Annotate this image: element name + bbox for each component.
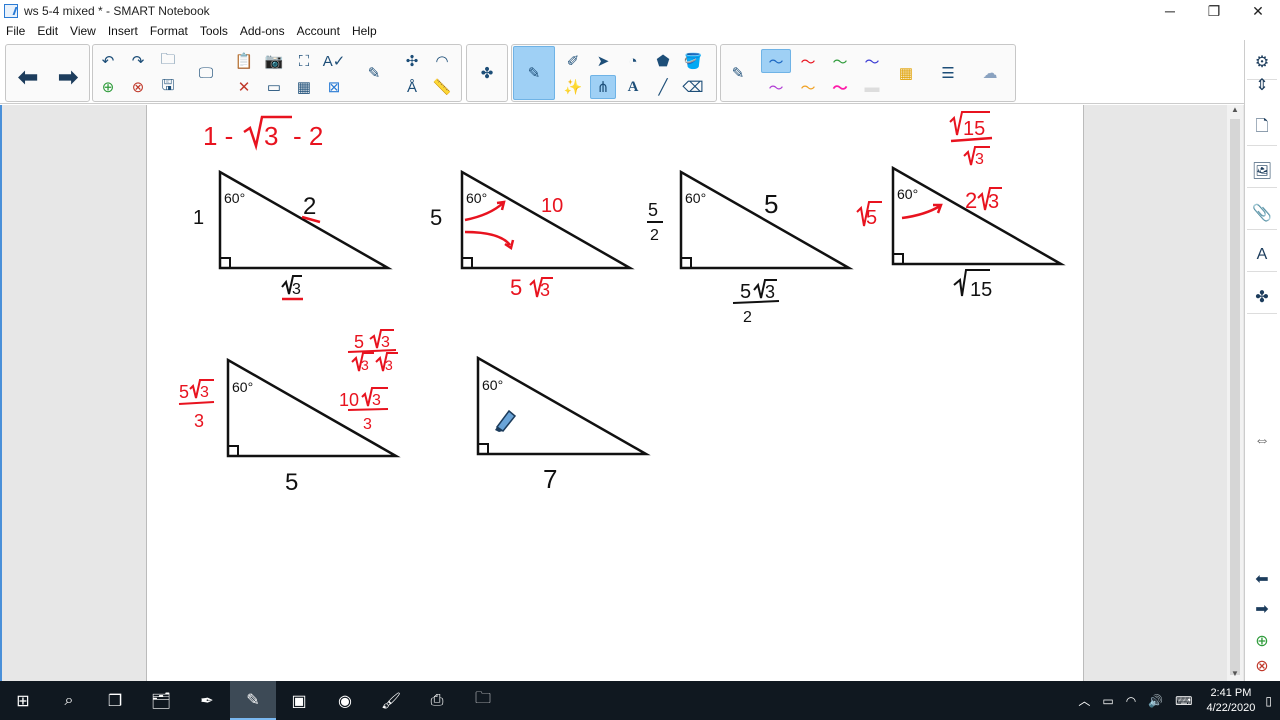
smart-notebook-icon: ✎ — [246, 691, 260, 709]
left-den-label: 2 — [650, 227, 659, 244]
taskbar-app-1[interactable]: 🗂 — [138, 681, 184, 720]
hyp-rad-label: 3 — [372, 392, 381, 409]
fraction-bar — [950, 136, 993, 143]
fraction-bar — [347, 408, 389, 411]
media-icon: ▣ — [291, 692, 307, 710]
wifi-icon[interactable]: ◠ — [1126, 694, 1136, 708]
clock-time: 2:41 PM — [1210, 686, 1252, 699]
triangle-2: 60° 5 10 5 3 — [430, 169, 635, 300]
paint-icon: 🖌 — [380, 692, 402, 710]
pdf-icon: ⎙ — [430, 691, 444, 709]
left-den-label: 3 — [194, 411, 204, 431]
taskbar-chrome[interactable]: ◉ — [322, 681, 368, 720]
work-den-b-label: 3 — [385, 357, 393, 373]
hyp-coef-label: 2 — [965, 188, 977, 213]
triangle-3: 60° 5 2 5 5 3 2 — [647, 169, 854, 326]
taskbar-app-4[interactable]: ▣ — [276, 681, 322, 720]
hypotenuse-label: 10 — [541, 195, 563, 217]
red-arrow — [901, 203, 943, 220]
left-rad-label: 5 — [866, 207, 877, 229]
work-rad-label: 3 — [381, 334, 390, 351]
battery-icon[interactable]: ▭ — [1102, 694, 1113, 708]
smart-ink-icon: ✒ — [200, 692, 214, 710]
folder-icon: 🗀 — [474, 690, 491, 707]
taskbar-acrobat[interactable]: ⎙ — [414, 681, 460, 720]
angle-label: 60° — [232, 379, 253, 395]
windows-taskbar: ⊞ ⌕ ❐ 🗂 ✒ ✎ ▣ ◉ 🖌 ⎙ 🗀 ︿ ▭ ◠ 🔊 ⌨ 2:41 PM … — [0, 681, 1280, 720]
chrome-icon: ◉ — [338, 692, 352, 710]
right-angle-mark — [461, 257, 473, 269]
pen-cursor-icon — [495, 409, 517, 433]
angle-label: 60° — [466, 190, 487, 206]
search-icon: ⌕ — [64, 691, 74, 709]
left-side-label: 5 — [430, 205, 442, 230]
hyp-num-label: 10 — [339, 390, 359, 410]
base-den-label: 2 — [743, 309, 752, 326]
taskbar-app-2[interactable]: ✒ — [184, 681, 230, 720]
hyp-rad-label: 3 — [988, 191, 999, 213]
fraction-bar — [178, 401, 215, 405]
header-part-a: 1 - — [203, 121, 233, 151]
left-num-label: 5 — [648, 200, 658, 220]
notifications-icon[interactable]: ▯ — [1265, 694, 1272, 708]
base-label: 3 — [292, 281, 301, 298]
angle-label: 60° — [685, 190, 706, 206]
left-rad-label: 3 — [200, 384, 209, 401]
hyp-den-label: 3 — [363, 416, 372, 433]
right-angle-mark — [892, 253, 904, 265]
search-button[interactable]: ⌕ — [46, 681, 92, 720]
clock[interactable]: 2:41 PM 4/22/2020 — [1206, 686, 1255, 716]
left-side-label: 1 — [193, 207, 204, 229]
page-content-layer: 1 - 3 - 2 60° 1 2 3 60° 5 10 5 3 60° 5 2… — [178, 111, 1066, 496]
base-label: 7 — [543, 464, 557, 494]
work-num-label: 5 — [354, 332, 364, 352]
taskbar-file-explorer[interactable]: 🗀 — [460, 681, 506, 720]
hypotenuse-label: 5 — [764, 189, 778, 219]
taskbar-smart-notebook[interactable]: ✎ — [230, 681, 276, 720]
clock-date: 4/22/2020 — [1206, 701, 1256, 714]
angle-label: 60° — [897, 186, 918, 202]
chevron-up-icon[interactable]: ︿ — [1078, 692, 1090, 709]
left-num-label: 5 — [179, 382, 189, 402]
task-view-button[interactable]: ❐ — [92, 681, 138, 720]
triangle-shape — [679, 169, 854, 270]
document-camera-icon: 🗂 — [150, 692, 172, 710]
triangle-shape — [226, 357, 401, 458]
angle-label: 60° — [224, 190, 245, 206]
system-tray: ︿ ▭ ◠ 🔊 ⌨ 2:41 PM 4/22/2020 ▯ — [1072, 681, 1280, 720]
task-view-icon: ❐ — [107, 692, 123, 710]
right-angle-mark — [227, 445, 239, 457]
base-coef-label: 5 — [510, 275, 522, 300]
volume-icon[interactable]: 🔊 — [1148, 694, 1163, 708]
taskbar-app-6[interactable]: 🖌 — [368, 681, 414, 720]
header-part-b: 3 — [264, 121, 278, 151]
triangle-shape — [476, 355, 651, 456]
right-angle-mark — [477, 443, 489, 455]
header-part-c: - 2 — [293, 121, 323, 151]
triangle-1: 60° 1 2 3 — [193, 169, 393, 301]
base-label: 5 — [285, 469, 298, 496]
base-rad-label: 15 — [970, 279, 992, 301]
triangle-5: 60° 5 3 3 10 3 3 5 3 3 3 5 — [178, 329, 401, 496]
angle-label: 60° — [482, 377, 503, 393]
triangle-4: 60° 5 2 3 15 15 3 — [856, 111, 1066, 301]
work-den-a-label: 3 — [361, 357, 369, 373]
hypotenuse-label: 2 — [303, 193, 316, 220]
header-expression: 1 - 3 - 2 — [203, 115, 323, 151]
red-arrow-down — [464, 230, 515, 251]
right-angle-mark — [219, 257, 231, 269]
top-num-rad-label: 15 — [963, 118, 985, 140]
triangle-shape — [460, 169, 635, 270]
start-button[interactable]: ⊞ — [0, 681, 46, 720]
base-rad-label: 3 — [765, 282, 775, 302]
base-rad-label: 3 — [540, 280, 550, 300]
keyboard-icon[interactable]: ⌨ — [1175, 694, 1192, 708]
base-num-label: 5 — [740, 281, 751, 303]
windows-logo-icon: ⊞ — [16, 692, 30, 710]
triangle-shape — [218, 169, 393, 270]
right-angle-mark — [680, 257, 692, 269]
top-den-rad-label: 3 — [975, 151, 984, 168]
